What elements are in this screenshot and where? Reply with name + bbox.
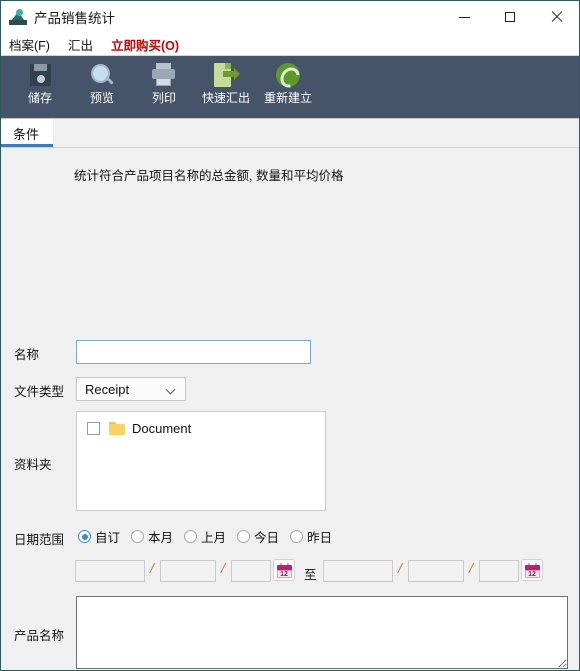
date-to-slash-2: /	[469, 560, 473, 576]
toolbar-label-rebuild: 重新建立	[263, 91, 312, 105]
date-to-part1[interactable]	[323, 560, 393, 582]
date-range-option-label: 今日	[254, 531, 280, 545]
toolbar-label-print: 列印	[151, 91, 176, 105]
date-range-option-this-month[interactable]: 本月	[131, 527, 173, 546]
minimize-button[interactable]	[441, 1, 487, 33]
folder-icon	[109, 421, 125, 435]
date-from-slash-2: /	[221, 560, 225, 576]
toolbar-label-quick-export: 快速汇出	[201, 91, 250, 105]
radio-icon	[78, 530, 91, 543]
radio-icon	[237, 530, 251, 543]
date-range-option-today[interactable]: 今日	[237, 527, 279, 546]
menu-item-buy-now[interactable]: 立即购买(O)	[111, 35, 179, 54]
date-from-part1[interactable]	[75, 560, 145, 582]
date-range-option-label: 上月	[201, 531, 227, 545]
date-from-slash-1: /	[150, 560, 154, 576]
tab-conditions[interactable]: 条件	[1, 119, 54, 147]
menu-item-file[interactable]: 档案(F)	[9, 35, 50, 54]
chevron-down-icon	[167, 385, 176, 394]
calendar-icon-day: 12	[524, 569, 540, 578]
calendar-icon-day: 12	[276, 569, 292, 578]
radio-icon	[131, 530, 145, 543]
app-window: 产品销售统计 档案(F) 汇出 立即购买(O) 储存 预览 列印 快速汇出 重新…	[0, 0, 580, 671]
label-product-name: 产品名称	[14, 629, 65, 643]
folder-item-checkbox[interactable]	[87, 421, 100, 435]
label-name: 名称	[14, 348, 40, 362]
toolbar: 储存 预览 列印 快速汇出 重新建立	[1, 56, 579, 119]
menubar: 档案(F) 汇出 立即购买(O)	[1, 33, 579, 56]
rebuild-refresh-icon	[274, 61, 302, 89]
radio-icon	[184, 530, 198, 543]
quick-export-icon	[212, 61, 240, 89]
app-logo-icon	[9, 8, 27, 26]
calendar-icon: 12	[524, 562, 540, 578]
menu-item-export[interactable]: 汇出	[68, 35, 93, 54]
window-title: 产品销售统计	[34, 11, 115, 26]
date-from-part2[interactable]	[160, 560, 216, 582]
list-item[interactable]: Document	[77, 417, 325, 439]
tabstrip: 条件	[1, 119, 579, 148]
date-range-option-yesterday[interactable]: 昨日	[290, 527, 332, 546]
date-range-option-label: 自订	[95, 531, 121, 545]
minimize-icon	[458, 16, 470, 18]
date-range-option-label: 昨日	[307, 531, 333, 545]
label-date-range: 日期范围	[14, 533, 65, 547]
name-input[interactable]	[76, 340, 311, 364]
date-from-part3[interactable]	[231, 560, 271, 582]
date-range-option-custom[interactable]: 自订	[78, 527, 120, 546]
toolbar-button-quick-export[interactable]: 快速汇出	[195, 56, 257, 118]
calendar-icon: 12	[276, 562, 292, 578]
toolbar-button-print[interactable]: 列印	[133, 56, 195, 118]
radio-icon	[290, 530, 304, 543]
date-to-part3[interactable]	[479, 560, 519, 582]
date-to-part2[interactable]	[408, 560, 464, 582]
date-range-option-label: 本月	[148, 531, 174, 545]
folder-item-label: Document	[132, 420, 192, 436]
form-hint: 统计符合产品项目名称的总金额, 数量和平均价格	[74, 169, 344, 183]
file-type-selected-value: Receipt	[85, 381, 130, 397]
date-range-option-last-month[interactable]: 上月	[184, 527, 226, 546]
app-logo-base	[9, 20, 27, 25]
close-icon	[550, 11, 562, 23]
date-from-calendar-button[interactable]: 12	[273, 559, 295, 581]
toolbar-button-save[interactable]: 储存	[9, 56, 71, 118]
label-file-type: 文件类型	[14, 385, 65, 399]
toolbar-button-preview[interactable]: 预览	[71, 56, 133, 118]
date-to-slash-1: /	[398, 560, 402, 576]
close-button[interactable]	[533, 1, 579, 33]
folder-listbox[interactable]: Document	[76, 411, 326, 511]
form-panel: 统计符合产品项目名称的总金额, 数量和平均价格 名称 文件类型 Receipt …	[1, 148, 579, 670]
maximize-button[interactable]	[487, 1, 533, 33]
preview-magnifier-icon	[88, 61, 116, 89]
label-folder: 资料夹	[14, 458, 52, 472]
date-to-calendar-button[interactable]: 12	[521, 559, 543, 581]
app-logo-dot	[16, 9, 23, 16]
toolbar-label-preview: 预览	[89, 91, 114, 105]
toolbar-label-save: 储存	[27, 91, 52, 105]
date-range-separator: 至	[304, 568, 317, 582]
file-type-select[interactable]: Receipt	[76, 377, 186, 401]
print-printer-icon	[150, 61, 178, 89]
window-controls	[441, 1, 579, 33]
titlebar: 产品销售统计	[1, 1, 579, 33]
maximize-icon	[505, 12, 515, 22]
save-floppy-icon	[26, 61, 54, 89]
date-range-radio-group: 自订 本月 上月 今日 昨日	[78, 527, 332, 546]
product-name-textarea[interactable]	[76, 596, 568, 669]
toolbar-button-rebuild[interactable]: 重新建立	[257, 56, 319, 118]
